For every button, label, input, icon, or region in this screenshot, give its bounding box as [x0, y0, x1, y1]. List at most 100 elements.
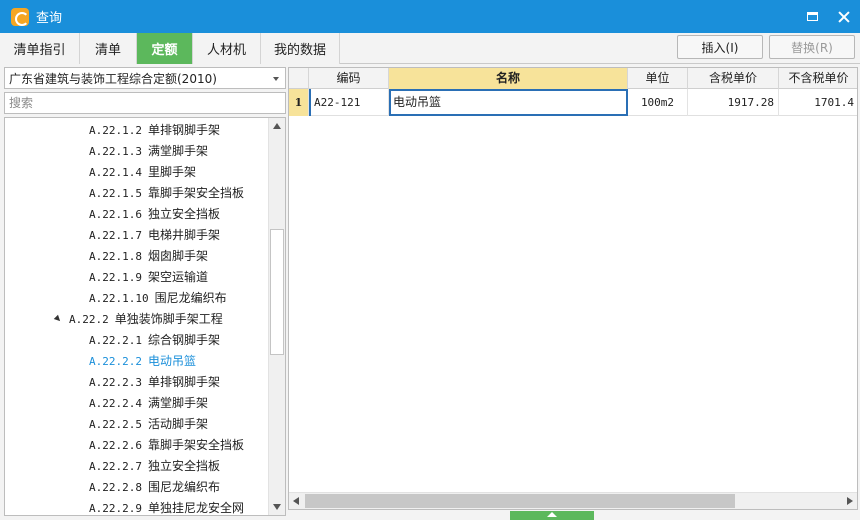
scroll-right-icon[interactable] [847, 497, 853, 505]
tree-item-label: 靠脚手架安全挡板 [147, 186, 244, 200]
tree-item-code: A.22.2.3 [89, 376, 142, 389]
tree-item[interactable]: A.22.2.1 综合钢脚手架 [89, 330, 220, 351]
tree-item[interactable]: A.22.1.10 围尼龙编织布 [89, 288, 227, 309]
replace-button[interactable]: 替换(R) [769, 35, 855, 59]
tab-labor-material-machine[interactable]: 人材机 [193, 33, 261, 64]
tree-item-code: A.22.1.2 [89, 124, 142, 137]
scroll-up-icon[interactable] [273, 123, 281, 129]
tree-item-label: 单独挂尼龙安全网 [147, 501, 244, 515]
tree-item[interactable]: A.22.2.6 靠脚手架安全挡板 [89, 435, 244, 456]
left-panel: 广东省建筑与装饰工程综合定额(2010) A.22.1.2单排钢脚手架A.22.… [4, 67, 286, 516]
tree-item[interactable]: A.22.1.8 烟囱脚手架 [89, 246, 208, 267]
tree-item[interactable]: A.22.2.4 满堂脚手架 [89, 393, 208, 414]
scroll-down-icon[interactable] [273, 504, 281, 510]
expand-triangle-icon[interactable] [53, 314, 63, 324]
table-row[interactable]: 1 A22-121 电动吊篮 100m2 1917.28 1701.4 [289, 89, 857, 116]
tree-item-label: 综合钢脚手架 [147, 333, 220, 347]
tree-item[interactable]: A.22.1.3 满堂脚手架 [89, 141, 208, 162]
tree-item[interactable]: A.22.2.7 独立安全挡板 [89, 456, 220, 477]
panel-splitter-handle[interactable] [510, 511, 594, 520]
tree-item-code: A.22.2.5 [89, 418, 142, 431]
header-unit[interactable]: 单位 [628, 68, 688, 89]
tree-item-code: A.22.1.4 [89, 166, 142, 179]
tree-item-code: A.22.2.4 [89, 397, 142, 410]
quota-library-select[interactable]: 广东省建筑与装饰工程综合定额(2010) [4, 67, 286, 89]
tree-item-code: A.22.1.10 [89, 292, 149, 305]
tree-item[interactable]: A.22.2.8 围尼龙编织布 [89, 477, 220, 498]
tree-item[interactable]: A.22.1.7 电梯井脚手架 [89, 225, 220, 246]
chevron-up-icon [547, 512, 557, 517]
cell-name[interactable]: 电动吊篮 [389, 89, 628, 116]
tree-item-label: 里脚手架 [147, 165, 196, 179]
tree-item-code: A.22.2.6 [89, 439, 142, 452]
row-number: 1 [289, 89, 309, 116]
quota-library-value: 广东省建筑与装饰工程综合定额(2010) [9, 71, 217, 86]
tree-item[interactable]: A.22.2.3 单排钢脚手架 [89, 372, 220, 393]
tree-item-label: 靠脚手架安全挡板 [147, 438, 244, 452]
tree-item[interactable]: A.22.1.9 架空运输道 [89, 267, 208, 288]
tree-item-label: 单排钢脚手架 [147, 123, 220, 137]
tree-item-code: A.22.1.3 [89, 145, 142, 158]
tree-item[interactable]: A.22.2.5 活动脚手架 [89, 414, 208, 435]
chevron-down-icon [273, 77, 279, 81]
grid-header: 编码 名称 单位 含税单价 不含税单价 [289, 68, 857, 89]
header-name[interactable]: 名称 [389, 68, 628, 89]
quota-tree: A.22.1.2 单排钢脚手架 A.22.1.3 满堂脚手架 A.22.1.4 里脚手架 A… [4, 117, 286, 516]
window-title: 查询 [36, 11, 63, 26]
tree-item-label: 烟囱脚手架 [147, 249, 208, 263]
tab-bar: 清单指引 清单 定额 人材机 我的数据 插入(I) 替换(R) [0, 33, 860, 64]
tree-item-label: 满堂脚手架 [147, 396, 208, 410]
tree-item-label: 满堂脚手架 [147, 144, 208, 158]
tab-quota[interactable]: 定额 [137, 33, 193, 64]
tree-item-code: A.22.1.6 [89, 208, 142, 221]
cell-price-tax[interactable]: 1917.28 [688, 89, 779, 116]
tree-item-code: A.22.1.5 [89, 187, 142, 200]
quota-grid: 编码 名称 单位 含税单价 不含税单价 1 A22-121 电动吊篮 100m2… [288, 67, 858, 510]
cell-price-notax[interactable]: 1701.4 [779, 89, 857, 116]
cell-unit[interactable]: 100m2 [628, 89, 688, 116]
header-price-notax[interactable]: 不含税单价 [779, 68, 857, 89]
tree-item[interactable]: A.22.2 单独装饰脚手架工程 [53, 309, 223, 330]
tree-item-code: A.22.2.9 [89, 502, 142, 515]
scroll-thumb[interactable] [305, 494, 735, 508]
tab-list-guide[interactable]: 清单指引 [0, 33, 80, 64]
tree-item-label: 围尼龙编织布 [154, 291, 227, 305]
app-logo-icon [11, 7, 29, 26]
header-rownum [289, 68, 309, 89]
tree-item-label: 活动脚手架 [147, 417, 208, 431]
header-price-tax[interactable]: 含税单价 [688, 68, 779, 89]
tree-vertical-scrollbar[interactable] [268, 118, 285, 515]
tree-item-label: 电动吊篮 [147, 354, 196, 368]
tree-item-code: A.22.1.9 [89, 271, 142, 284]
tree-item-label: 单排钢脚手架 [147, 375, 220, 389]
tree-item[interactable]: A.22.1.2 单排钢脚手架 [89, 120, 220, 141]
scroll-left-icon[interactable] [293, 497, 299, 505]
tab-my-data[interactable]: 我的数据 [261, 33, 340, 64]
grid-horizontal-scrollbar[interactable] [289, 492, 857, 509]
tree-item-label: 独立安全挡板 [147, 207, 220, 221]
tree-item-code: A.22.1.8 [89, 250, 142, 263]
tree-item-code: A.22.1.7 [89, 229, 142, 242]
tree-item[interactable]: A.22.1.6 独立安全挡板 [89, 204, 220, 225]
tree-item[interactable]: A.22.1.4 里脚手架 [89, 162, 196, 183]
tree-item[interactable]: A.22.2.2 电动吊篮 [89, 351, 196, 372]
header-code[interactable]: 编码 [309, 68, 389, 89]
tree-item-label: 围尼龙编织布 [147, 480, 220, 494]
tree-item-label: 独立安全挡板 [147, 459, 220, 473]
search-input[interactable] [4, 92, 286, 114]
tree-item-label: 电梯井脚手架 [147, 228, 220, 242]
scroll-thumb[interactable] [270, 229, 284, 355]
tree-item[interactable]: A.22.2.9 单独挂尼龙安全网 [89, 498, 244, 515]
cell-code[interactable]: A22-121 [309, 89, 389, 116]
maximize-button[interactable] [796, 0, 828, 33]
insert-button[interactable]: 插入(I) [677, 35, 763, 59]
tree-item[interactable]: A.22.1.5 靠脚手架安全挡板 [89, 183, 244, 204]
maximize-icon [806, 12, 818, 21]
tree-item-code: A.22.2.2 [89, 355, 142, 368]
query-window: 查询 清单指引 清单 定额 人材机 我的数据 插入(I) 替换(R) 广东省建筑… [0, 0, 860, 520]
close-icon [838, 11, 850, 23]
tree-item-label: 架空运输道 [147, 270, 208, 284]
tree-item-label: 单独装饰脚手架工程 [114, 312, 223, 326]
tab-list[interactable]: 清单 [80, 33, 137, 64]
close-button[interactable] [828, 0, 860, 33]
